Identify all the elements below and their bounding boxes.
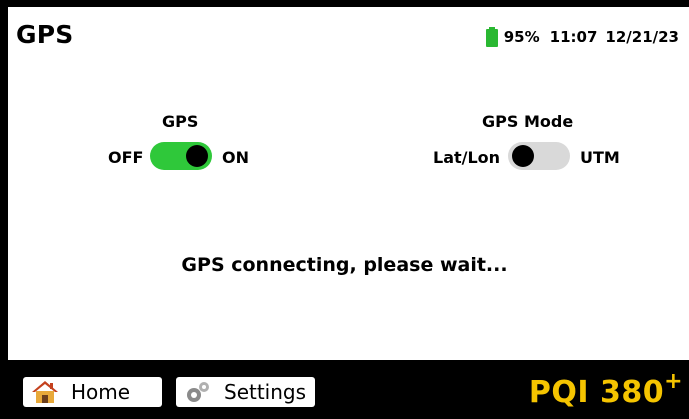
clock-date: 12/21/23 [605, 28, 679, 46]
gps-off-label: OFF [108, 148, 144, 167]
gps-mode-toggle[interactable] [508, 142, 570, 170]
home-button-label: Home [71, 380, 131, 404]
gps-mode-latlon-label: Lat/Lon [433, 148, 501, 167]
brand-logo: PQI 380+ [528, 369, 683, 410]
home-icon [32, 381, 58, 403]
status-bar: 95% 11:07 12/21/23 [485, 26, 679, 48]
gears-icon [187, 382, 209, 402]
gps-mode-utm-label: UTM [580, 148, 620, 167]
toggle-knob [186, 145, 208, 167]
gps-toggle[interactable] [150, 142, 212, 170]
screen-area [8, 7, 689, 360]
page-title: GPS [16, 20, 74, 49]
gps-label: GPS [162, 112, 199, 131]
gps-on-label: ON [222, 148, 249, 167]
settings-button[interactable]: Settings [176, 377, 315, 407]
clock-time: 11:07 [549, 28, 598, 46]
battery-percent: 95% [503, 28, 540, 46]
status-message: GPS connecting, please wait... [181, 254, 508, 276]
gps-mode-label: GPS Mode [482, 112, 574, 131]
battery-icon [485, 27, 498, 47]
toggle-knob [512, 145, 534, 167]
home-button[interactable]: Home [23, 377, 162, 407]
settings-button-label: Settings [224, 380, 307, 404]
